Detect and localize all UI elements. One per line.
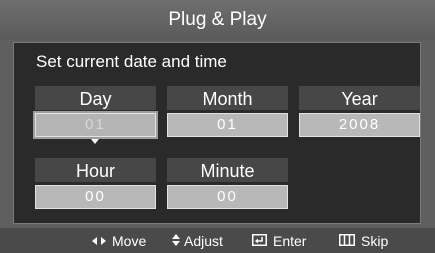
minute-label: Minute (167, 158, 288, 182)
help-skip: Skip (339, 228, 388, 253)
help-adjust-label: Adjust (184, 233, 223, 249)
help-move-label: Move (112, 233, 147, 249)
day-field[interactable]: 01 (33, 111, 158, 139)
title-bar: Plug & Play (0, 0, 435, 40)
date-time-panel: Set current date and time Day 01 Month 0… (13, 42, 421, 224)
help-bar: Move Adjust Enter Skip (0, 228, 435, 253)
prompt-text: Set current date and time (36, 52, 227, 71)
help-move: Move (92, 228, 146, 253)
day-label: Day (35, 86, 156, 110)
month-label: Month (167, 86, 288, 110)
enter-icon (252, 228, 267, 253)
decrease-arrow-icon (91, 139, 99, 144)
help-skip-label: Skip (361, 233, 389, 249)
year-label: Year (299, 86, 420, 110)
help-adjust: Adjust (172, 228, 223, 253)
hour-field[interactable]: 00 (35, 185, 156, 209)
plug-and-play-screen: Plug & Play Set current date and time Da… (0, 0, 435, 253)
help-enter-label: Enter (273, 233, 307, 249)
minute-field[interactable]: 00 (167, 185, 288, 209)
hour-label: Hour (35, 158, 156, 182)
up-down-arrows-icon (172, 228, 180, 253)
year-field[interactable]: 2008 (299, 113, 420, 137)
month-field[interactable]: 01 (167, 113, 288, 137)
page-title: Plug & Play (168, 9, 267, 30)
skip-icon (339, 228, 355, 253)
help-enter: Enter (252, 228, 306, 253)
left-right-arrows-icon (92, 228, 106, 253)
